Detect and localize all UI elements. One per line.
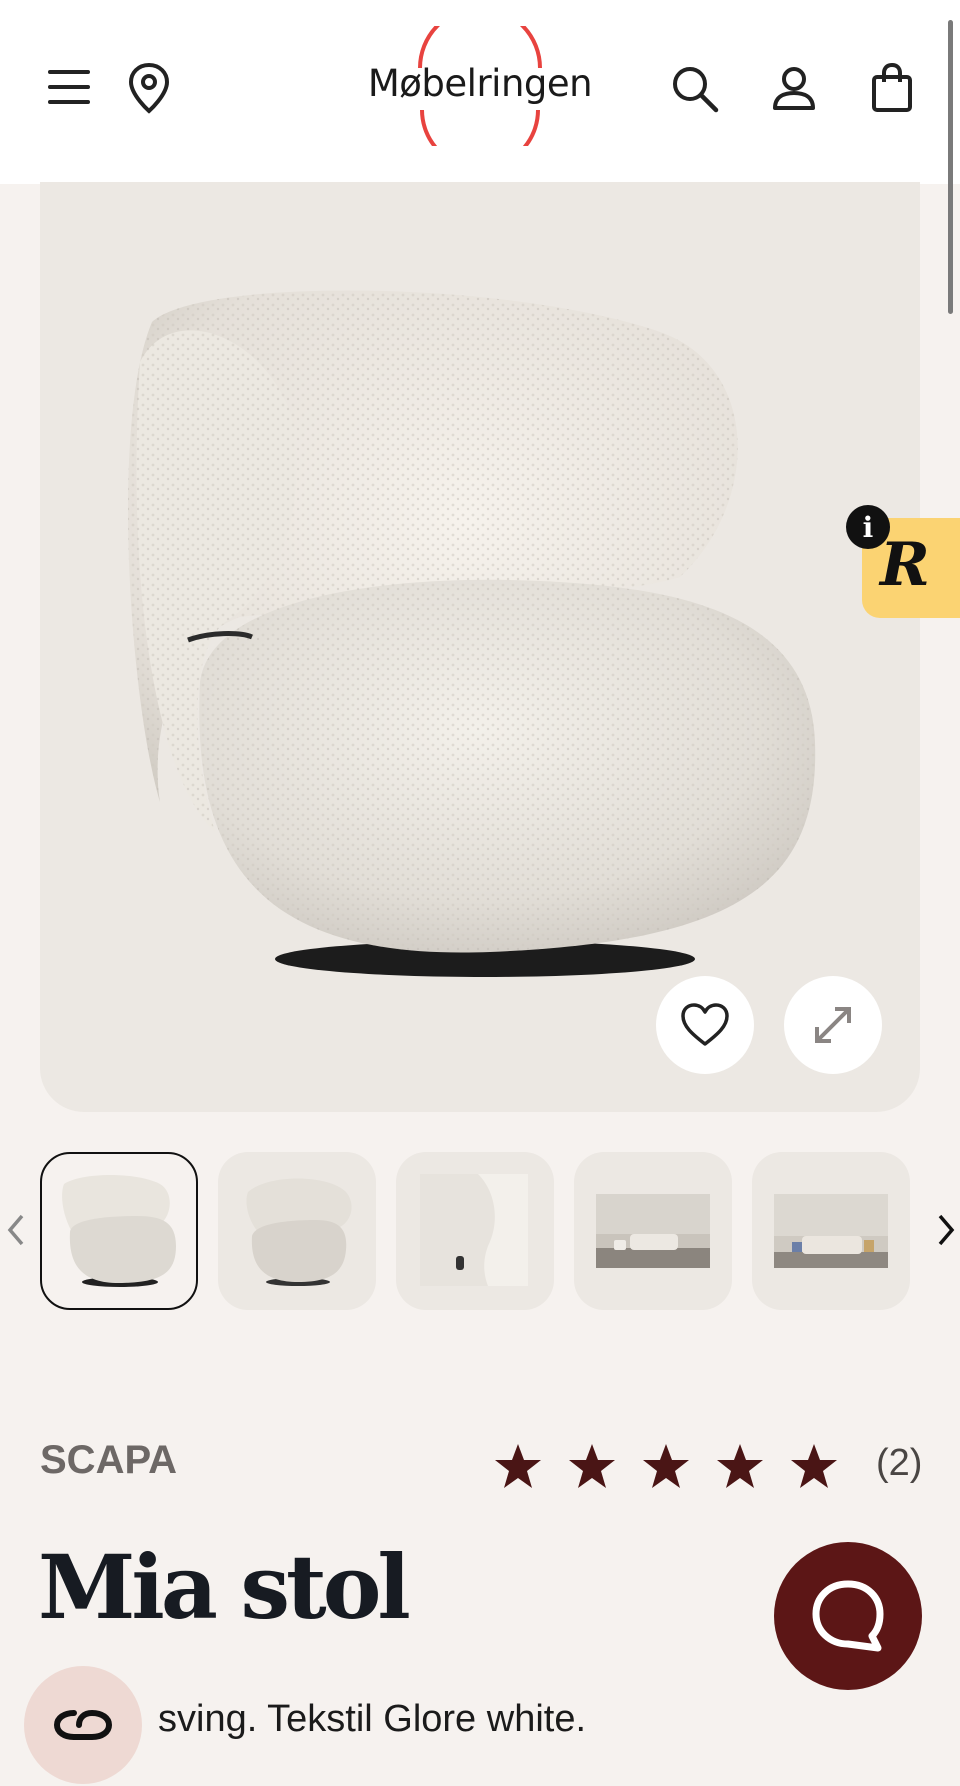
thumbnail-strip: [0, 1152, 960, 1312]
star-icon: [716, 1438, 790, 1494]
thumbnail-1[interactable]: [40, 1152, 198, 1310]
shopping-bag-icon[interactable]: [866, 60, 918, 116]
product-brand[interactable]: SCAPA: [40, 1438, 177, 1483]
menu-icon[interactable]: [42, 62, 96, 112]
chat-button[interactable]: [774, 1542, 922, 1690]
site-header: Møbelringen: [0, 0, 960, 184]
product-description: sving. Tekstil Glore white.: [158, 1698, 587, 1740]
thumbnail-3[interactable]: [396, 1152, 554, 1310]
badge-letter: R: [880, 530, 930, 600]
product-main-image[interactable]: [40, 182, 920, 1112]
star-icon: [568, 1438, 642, 1494]
thumbnails-next-arrow[interactable]: [934, 1210, 958, 1255]
page-scrollbar[interactable]: [948, 20, 953, 314]
expand-icon: [815, 1007, 851, 1043]
search-icon[interactable]: [668, 62, 722, 116]
favorite-button[interactable]: [656, 976, 754, 1074]
thumbnail-4[interactable]: [574, 1152, 732, 1310]
accessibility-button[interactable]: [24, 1666, 142, 1784]
star-icon: [494, 1438, 568, 1494]
accessibility-toggle-icon: [53, 1709, 113, 1740]
heart-icon: [681, 1003, 729, 1046]
account-icon[interactable]: [768, 62, 820, 116]
product-title: Mia stol: [38, 1535, 411, 1639]
star-icon: [642, 1438, 716, 1494]
logo-text: Møbelringen: [367, 62, 593, 105]
chevron-right-icon: [938, 1214, 955, 1246]
star-icon: [790, 1438, 864, 1494]
info-icon[interactable]: i: [846, 505, 890, 549]
expand-image-button[interactable]: [784, 976, 882, 1074]
chat-bubble-icon: [812, 1580, 884, 1652]
location-pin-icon[interactable]: [124, 60, 174, 116]
armchair-illustration: [128, 290, 816, 977]
thumbnail-5[interactable]: [752, 1152, 910, 1310]
rating-stars[interactable]: [494, 1438, 864, 1494]
site-logo[interactable]: Møbelringen: [350, 26, 610, 146]
thumbnail-2[interactable]: [218, 1152, 376, 1310]
review-count[interactable]: (2): [876, 1442, 922, 1485]
